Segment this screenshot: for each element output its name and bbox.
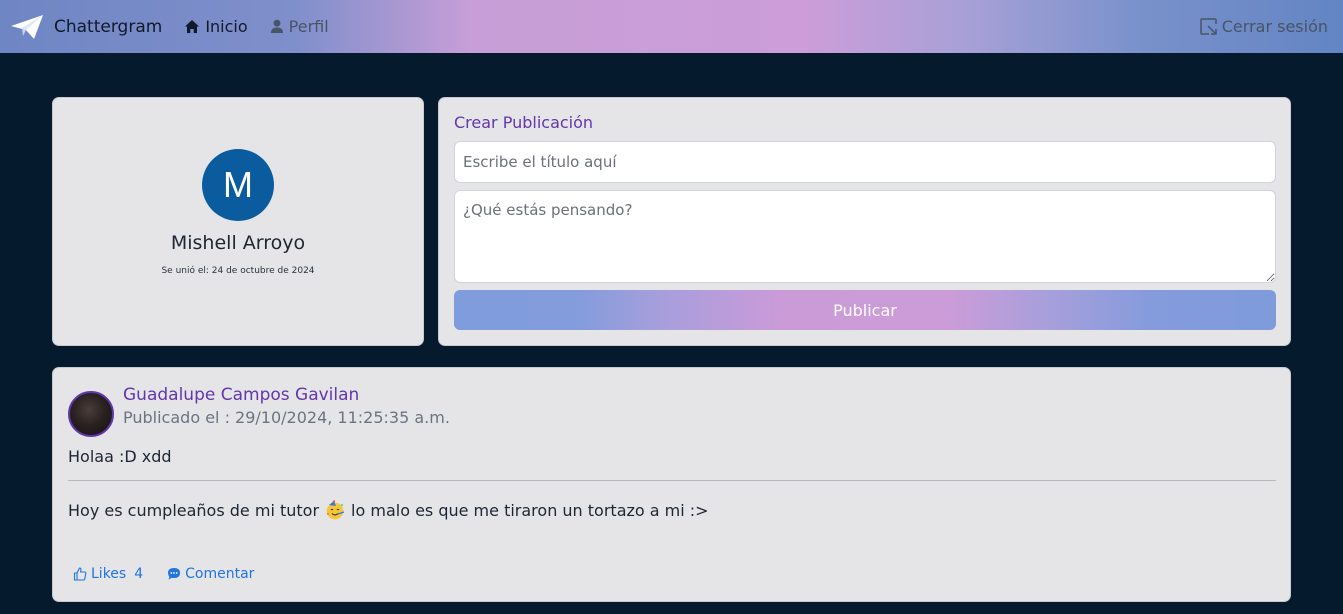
profile-joined-date: Se unió el: 24 de octubre de 2024: [161, 266, 315, 276]
post-content: Hoy es cumpleaños de mi tutor lo malo es…: [68, 500, 709, 520]
divider: [68, 480, 1276, 481]
post-card: Guadalupe Campos Gavilan Publicado el : …: [52, 367, 1291, 602]
nav-profile-label: Perfil: [288, 17, 329, 36]
nav-profile[interactable]: Perfil: [270, 17, 329, 36]
post-actions: Likes 4 Comentar: [73, 566, 254, 582]
author-avatar[interactable]: [68, 391, 114, 437]
post-author[interactable]: Guadalupe Campos Gavilan: [123, 385, 359, 405]
publish-button[interactable]: Publicar: [454, 290, 1276, 330]
comment-button[interactable]: Comentar: [167, 566, 254, 582]
nav-home[interactable]: Inicio: [184, 17, 248, 36]
post-date: Publicado el : 29/10/2024, 11:25:35 a.m.: [123, 408, 450, 427]
nav-home-label: Inicio: [205, 17, 248, 36]
logout-link[interactable]: Cerrar sesión: [1199, 0, 1328, 53]
post-title: Holaa :D xdd: [68, 447, 172, 466]
avatar: M: [202, 149, 274, 221]
post-title-input[interactable]: [454, 141, 1276, 183]
likes-label: Likes: [91, 566, 127, 582]
paper-plane-icon: [11, 14, 43, 39]
party-face-emoji-icon: [326, 500, 345, 520]
create-post-title: Crear Publicación: [454, 113, 594, 132]
post-content-text-start: Hoy es cumpleaños de mi tutor: [68, 500, 320, 520]
profile-name: Mishell Arroyo: [170, 232, 306, 254]
thumbs-up-icon: [73, 567, 87, 581]
brand[interactable]: Chattergram: [10, 14, 162, 40]
logout-label: Cerrar sesión: [1221, 17, 1328, 36]
post-content-text-end: lo malo es que me tiraron un tortazo a m…: [351, 500, 709, 520]
comment-label: Comentar: [185, 566, 255, 582]
top-navbar: Chattergram Inicio Perfil Cerrar sesión: [0, 0, 1343, 53]
like-button[interactable]: Likes 4: [73, 566, 143, 582]
user-icon: [270, 19, 283, 33]
post-body-textarea[interactable]: [454, 190, 1276, 283]
profile-card: M Mishell Arroyo Se unió el: 24 de octub…: [52, 97, 424, 346]
logout-icon: [1200, 18, 1217, 35]
likes-count: 4: [134, 566, 144, 582]
brand-name: Chattergram: [54, 16, 163, 37]
chat-bubble-icon: [168, 568, 181, 580]
home-icon: [185, 20, 200, 33]
create-post-card: Crear Publicación Publicar: [438, 97, 1291, 346]
